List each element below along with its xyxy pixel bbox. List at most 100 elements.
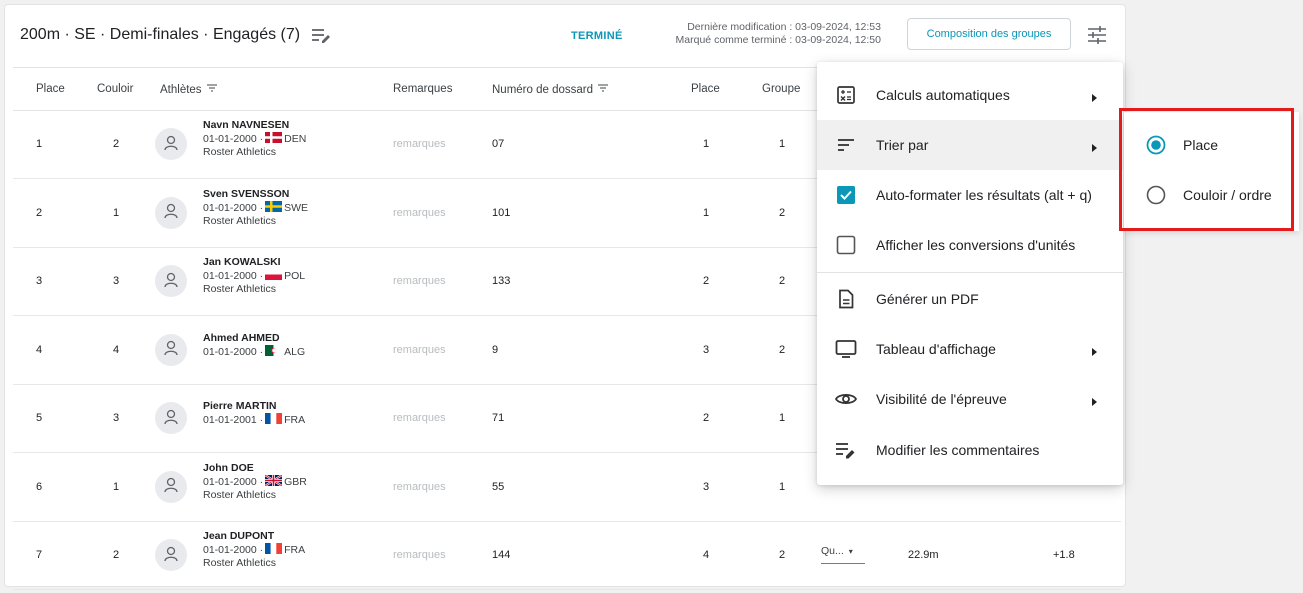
settings-tune-icon[interactable] [1085,23,1109,47]
remarks-cell[interactable]: remarques [393,481,446,493]
qualification-select[interactable]: Qu... ▾ [821,545,865,564]
athlete-info[interactable]: John DOE 01-01-2000 · GBR Roster Athletics [203,462,307,502]
athlete-info[interactable]: Pierre MARTIN 01-01-2001 · FRA [203,400,305,427]
remarks-cell[interactable]: remarques [393,412,446,424]
lane-cell: 1 [113,480,120,493]
remarks-cell[interactable]: remarques [393,549,446,561]
athlete-meta: 01-01-2001 · FRA [203,413,305,427]
table-row[interactable]: 7 2 Jean DUPONT 01-01-2000 · FRA Roster Athle… [13,521,1121,590]
checkbox-empty-icon[interactable] [835,234,857,256]
flag-gbr-icon [263,474,284,488]
person-icon [162,476,180,497]
group-cell: 2 [779,549,786,561]
place-cell: 2 [36,206,43,219]
place-cell: 5 [36,412,43,424]
athlete-country: FRA [284,544,306,556]
avatar [155,333,187,366]
lane-cell: 2 [113,138,120,150]
event-header: 200m · SE · Demi-finales · Engagés (7) T… [5,5,1125,67]
athlete-country: DEN [284,133,307,145]
athlete-info[interactable]: Ahmed AHMED 01-01-2000 · ALG [203,332,305,359]
col-place[interactable]: Place [36,83,65,95]
col-place-2[interactable]: Place [691,83,720,95]
flag-den-icon [263,132,284,145]
menu-item-label: Générer un PDF [876,291,979,307]
menu-item-edit-comments[interactable]: Modifier les commentaires [817,425,1123,475]
menu-item-unit-conversions[interactable]: Afficher les conversions d'unités [817,220,1123,270]
athlete-meta: 01-01-2000 · FRA [203,543,305,557]
place-cell: 6 [36,480,43,493]
bib-cell: 133 [492,275,511,287]
remarks-cell[interactable]: remarques [393,138,446,150]
avatar [155,470,187,503]
athlete-dob: 01-01-2000 · [203,475,264,488]
flag-fra-icon [263,543,284,556]
calculator-icon [835,84,857,106]
athlete-club: Roster Athletics [203,283,276,295]
remarks-cell[interactable]: remarques [393,275,446,287]
caret-right-icon [1089,90,1099,102]
edit-list-icon[interactable] [310,26,332,44]
athlete-club: Roster Athletics [203,557,276,569]
eye-icon [835,388,857,410]
caret-right-icon [1089,394,1099,406]
athlete-country: POL [284,270,306,282]
athlete-info[interactable]: Sven SVENSSON 01-01-2000 · SWE Roster Athle… [203,188,308,228]
flag-pol-icon [263,269,284,282]
avatar [155,265,187,297]
athlete-meta: 01-01-2000 · ALG [203,344,306,359]
caret-right-icon [1089,344,1099,356]
checkbox-checked-icon[interactable] [835,184,857,206]
athlete-info[interactable]: Jean DUPONT 01-01-2000 · FRA Roster Athleti… [203,530,305,570]
result-cell[interactable]: 22.9m [908,549,939,561]
place-cell: 3 [36,275,43,287]
context-menu: Calculs automatiques Trier par Auto-form… [817,62,1123,485]
place2-cell: 3 [703,343,710,356]
lane-cell: 4 [113,343,120,356]
menu-item-scoreboard[interactable]: Tableau d'affichage [817,324,1123,374]
athlete-country: SWE [284,201,309,214]
menu-item-auto-calc[interactable]: Calculs automatiques [817,70,1123,120]
athlete-dob: 01-01-2000 · [203,133,264,145]
person-icon [162,545,180,566]
col-athletes-label: Athlètes [160,83,202,96]
menu-item-label: Afficher les conversions d'unités [876,237,1076,253]
bib-cell: 55 [492,480,505,493]
lane-cell: 3 [113,412,120,424]
athlete-country: FRA [284,414,306,426]
athlete-info[interactable]: Jan KOWALSKI 01-01-2000 · POL Roster Athlet… [203,256,305,296]
col-remarks[interactable]: Remarques [393,83,452,95]
menu-item-label: Calculs automatiques [876,87,1010,103]
remarks-cell[interactable]: remarques [393,207,446,219]
athlete-info[interactable]: Navn NAVNESEN 01-01-2000 · DEN Roster Athle… [203,119,306,159]
athlete-club: Roster Athletics [203,214,276,227]
menu-item-visibility[interactable]: Visibilité de l'épreuve [817,374,1123,424]
athlete-country: ALG [284,345,306,358]
athlete-name: Navn NAVNESEN [203,119,290,131]
page-title: 200m · SE · Demi-finales · Engagés (7) [20,26,332,44]
athlete-meta: 01-01-2000 · POL [203,269,305,283]
place2-cell: 3 [703,480,710,493]
event-title-text: 200m · SE · Demi-finales · Engagés (7) [20,26,301,43]
menu-item-auto-format[interactable]: Auto-formater les résultats (alt + q) [817,170,1123,220]
edit-comments-icon [835,439,857,461]
filter-icon[interactable] [597,83,609,96]
athlete-name: Pierre MARTIN [203,400,277,412]
group-cell: 1 [779,412,786,424]
col-lane[interactable]: Couloir [97,83,133,95]
groups-composition-button[interactable]: Composition des groupes [907,18,1071,50]
person-icon [162,271,180,292]
remarks-cell[interactable]: remarques [393,344,446,356]
athlete-meta: 01-01-2000 · GBR [203,474,307,489]
athlete-dob: 01-01-2000 · [203,201,264,214]
col-athletes[interactable]: Athlètes [160,83,218,96]
menu-item-sort-by[interactable]: Trier par [817,120,1123,170]
menu-item-generate-pdf[interactable]: Générer un PDF [817,274,1123,324]
filter-icon[interactable] [206,83,218,96]
place2-cell: 2 [703,412,710,424]
col-bib[interactable]: Numéro de dossard [492,83,609,96]
modification-info: Dernière modification : 03-09-2024, 12:5… [645,21,881,47]
place2-cell: 2 [703,275,710,287]
col-group[interactable]: Groupe [762,83,800,95]
lane-cell: 1 [113,206,120,219]
